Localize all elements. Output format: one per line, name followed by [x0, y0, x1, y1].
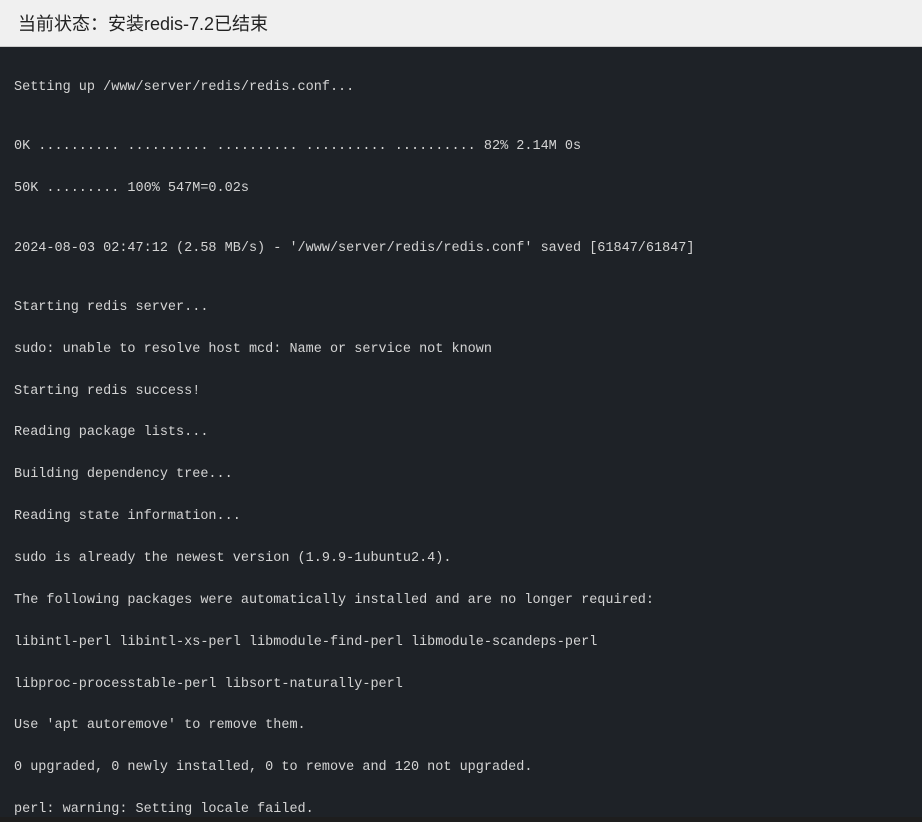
header-title: 当前状态：安装redis-7.2已结束 [18, 14, 268, 34]
terminal-line: 0 upgraded, 0 newly installed, 0 to remo… [14, 758, 908, 779]
terminal-line: 2024-08-03 02:47:12 (2.58 MB/s) - '/www/… [14, 239, 908, 260]
terminal-line: Building dependency tree... [14, 465, 908, 486]
terminal-line: libproc-processtable-perl libsort-natura… [14, 675, 908, 696]
terminal-line: Starting redis server... [14, 298, 908, 319]
terminal-line: Use 'apt autoremove' to remove them. [14, 716, 908, 737]
terminal-line: Reading package lists... [14, 423, 908, 444]
terminal-line: perl: warning: Setting locale failed. [14, 800, 908, 817]
terminal-line: libintl-perl libintl-xs-perl libmodule-f… [14, 633, 908, 654]
terminal-line-empty [14, 221, 908, 239]
terminal-line: 50K ......... 100% 547M=0.02s [14, 179, 908, 200]
terminal-line-empty [14, 120, 908, 138]
terminal-output: Setting up /www/server/redis/redis.conf.… [0, 47, 922, 817]
terminal-line: sudo: unable to resolve host mcd: Name o… [14, 340, 908, 361]
terminal-line: Starting redis success! [14, 382, 908, 403]
terminal-line: sudo is already the newest version (1.9.… [14, 549, 908, 570]
terminal-line-empty [14, 280, 908, 298]
terminal-line: 0K .......... .......... .......... ....… [14, 137, 908, 158]
terminal-line: The following packages were automaticall… [14, 591, 908, 612]
terminal-line: Setting up /www/server/redis/redis.conf.… [14, 78, 908, 99]
header-bar: 当前状态：安装redis-7.2已结束 [0, 0, 922, 47]
terminal-line: Reading state information... [14, 507, 908, 528]
